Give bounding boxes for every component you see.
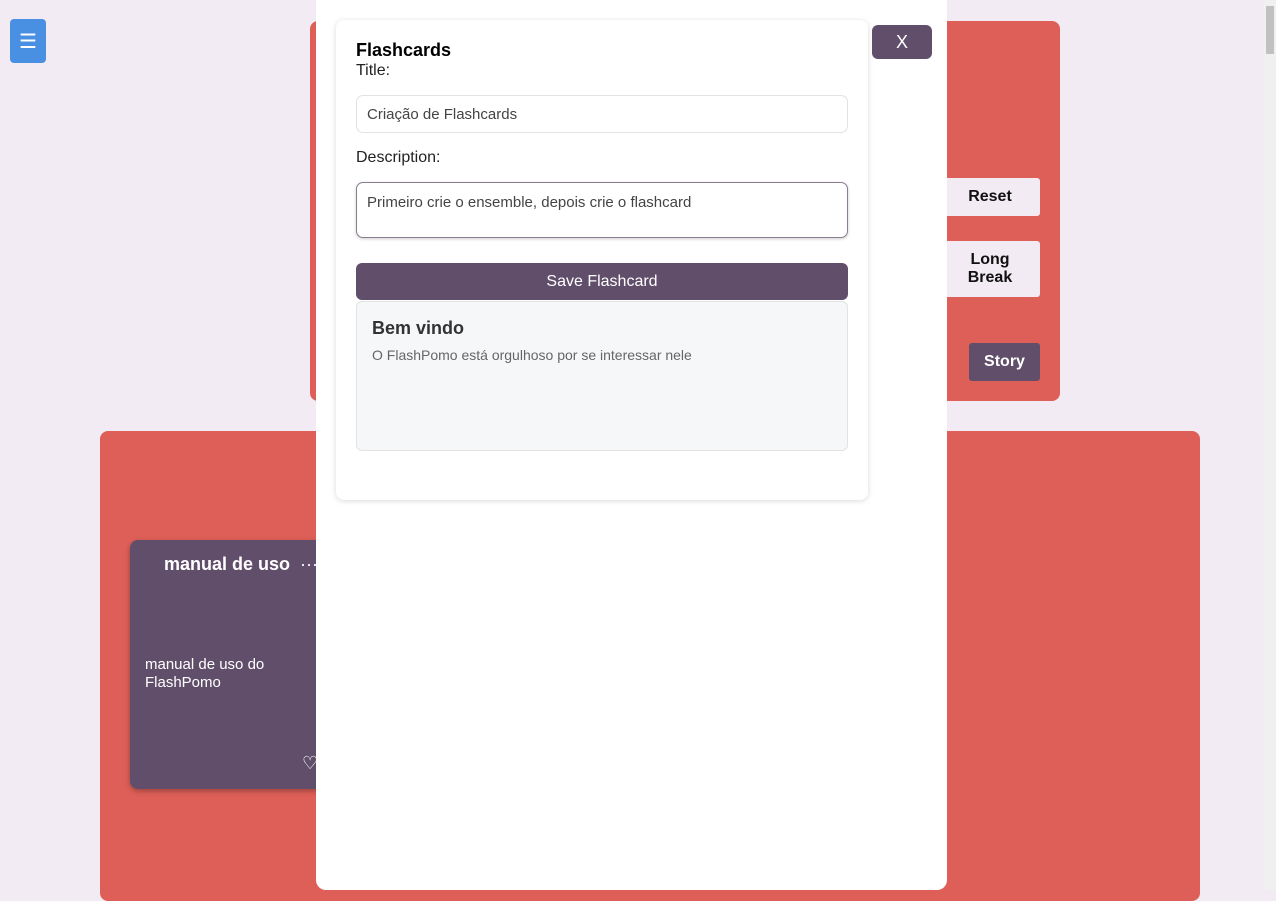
save-flashcard-button[interactable]: Save Flashcard [356,263,848,300]
description-label: Description: [356,149,441,166]
modal-heading: Flashcards [356,40,452,60]
close-button[interactable]: X [872,25,932,59]
preview-card: Bem vindo O FlashPomo está orgulhoso por… [356,301,848,451]
flashcard[interactable]: manual de uso ··· manual de uso do Flash… [130,540,330,789]
preview-title: Bem vindo [372,318,465,338]
menu-button[interactable]: ☰ [10,19,46,63]
scrollbar[interactable] [1264,0,1276,890]
flashcard-modal: Flashcards Title: Criação de Flashcards … [336,20,868,500]
preview-text: O FlashPomo está orgulhoso por se intere… [372,347,692,363]
card-body: manual de uso do FlashPomo [145,656,265,691]
title-label: Title: [356,62,391,79]
description-textarea[interactable]: Primeiro crie o ensemble, depois crie o … [356,182,848,238]
long-break-button[interactable]: Long Break [940,241,1040,297]
hamburger-icon: ☰ [19,30,37,53]
story-button[interactable]: Story [969,343,1040,381]
title-input[interactable]: Criação de Flashcards [356,95,848,133]
card-title: manual de uso [164,554,291,574]
reset-button[interactable]: Reset [940,178,1040,216]
